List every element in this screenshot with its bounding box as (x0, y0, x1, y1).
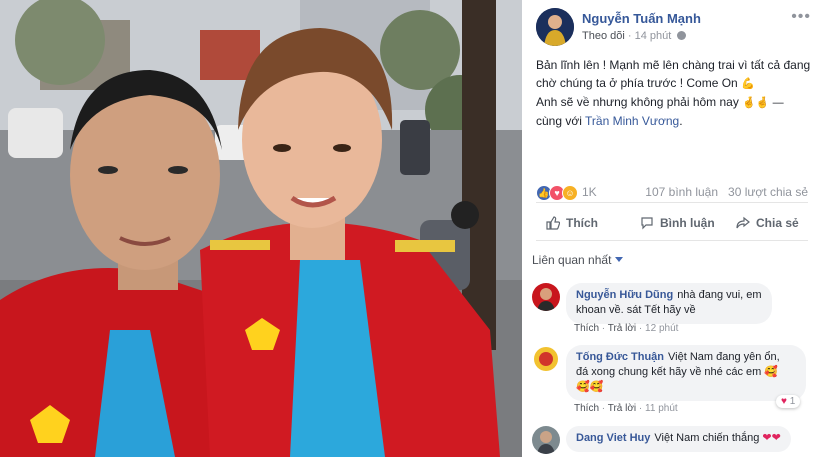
thumbs-up-icon (546, 216, 560, 230)
comment-time[interactable]: 12 phút (645, 323, 678, 334)
comment-reply-link[interactable]: Trả lời (608, 323, 636, 334)
comment-text: khoan về. sát Tết hãy về (576, 304, 696, 316)
comment-text: Việt Nam chiến thắng (654, 432, 760, 444)
commenter-avatar-image (532, 283, 560, 311)
flexed-biceps-emoji-icon: 💪 (741, 78, 755, 90)
comment-count-link[interactable]: 107 bình luận (645, 185, 718, 199)
comment-bubble: Dang Viet Huy Việt Nam chiến thắng ❤❤ (566, 426, 791, 452)
comment-text: nhà đang vui, em (677, 289, 762, 301)
post-header: Nguyễn Tuấn Mạnh Theo dõi · 14 phút ••• (536, 8, 823, 48)
comment-reaction-count: 1 (789, 396, 796, 407)
comment-reply-link[interactable]: Trả lời (608, 403, 636, 414)
post-text-line: Bản lĩnh lên ! Mạnh mẽ lên chàng trai vì… (536, 58, 811, 72)
avatar-image (536, 8, 574, 46)
post-time[interactable]: 14 phút (635, 30, 672, 42)
comment-share-counts: 107 bình luận 30 lượt chia sẻ (645, 185, 808, 199)
like-button[interactable]: Thích (546, 216, 598, 230)
comment-text: Việt Nam đang yên ổn, (668, 351, 780, 363)
post-text-line: Anh sẽ về nhưng không phải hôm nay 🤞🤞 — (536, 93, 808, 112)
post-text-line: cùng với Trần Minh Vương. (536, 114, 683, 128)
share-button[interactable]: Chia sẻ (736, 216, 799, 230)
commenter-name[interactable]: Tống Đức Thuận (576, 351, 664, 363)
commenter-avatar[interactable] (532, 345, 560, 373)
commenter-avatar[interactable] (532, 426, 560, 454)
post-text: Bản lĩnh lên ! Mạnh mẽ lên chàng trai vì… (536, 56, 811, 130)
commenter-avatar-image (532, 345, 560, 373)
commenter-avatar-image (532, 426, 560, 454)
author-name[interactable]: Nguyễn Tuấn Mạnh (582, 11, 701, 26)
haha-reaction-icon: ☺ (562, 184, 578, 201)
meta-separator: · (627, 30, 635, 42)
smiling-hearts-emoji-icon: 🥰🥰 (576, 381, 604, 393)
commenter-name[interactable]: Dang Viet Huy (576, 432, 650, 444)
red-heart-emoji-icon: ❤❤ (762, 432, 781, 444)
post-actions: Thích Bình luận Chia sẻ (536, 210, 808, 241)
follow-link[interactable]: Theo dõi (582, 30, 625, 42)
heart-icon: ♥ (781, 396, 787, 407)
comment-like-link[interactable]: Thích (574, 403, 599, 414)
globe-icon (677, 31, 687, 40)
comment-links: Thích · Trả lời · 11 phút (574, 403, 678, 414)
comment-text: đá xong chung kết hãy về nhé các em (576, 366, 762, 378)
with-label: cùng với (536, 114, 582, 128)
comment-bubble: Nguyễn Hữu Dũng nhà đang vui, em khoan về… (566, 283, 772, 324)
reaction-icons[interactable]: 👍 ♥ ☺ (536, 184, 578, 201)
comment-like-link[interactable]: Thích (574, 323, 599, 334)
reaction-count[interactable]: 1K (582, 185, 597, 199)
share-icon (736, 216, 750, 229)
comment-bubble: Tống Đức Thuận Việt Nam đang yên ổn, đá x… (566, 345, 806, 401)
commenter-name[interactable]: Nguyễn Hữu Dũng (576, 289, 673, 301)
post-text-line: chờ chúng ta ở phía trước ! Come On 💪 (536, 74, 808, 93)
comment-sort-dropdown[interactable]: Liên quan nhất (532, 253, 624, 267)
post-meta: Theo dõi · 14 phút (582, 30, 687, 42)
comment-button[interactable]: Bình luận (640, 216, 715, 230)
selfie-photo (0, 0, 522, 457)
post-text-fragment: chờ chúng ta ở phía trước ! Come On (536, 76, 738, 90)
comment-reaction-badge[interactable]: ♥ 1 (776, 395, 801, 408)
post-text-fragment: Anh sẽ về nhưng không phải hôm nay (536, 95, 739, 109)
smiling-hearts-emoji-icon: 🥰 (764, 366, 779, 378)
author-avatar[interactable] (536, 8, 574, 46)
comment-button-label: Bình luận (660, 216, 715, 230)
like-button-label: Thích (566, 216, 598, 230)
comment-sort-label: Liên quan nhất (532, 253, 612, 267)
commenter-avatar[interactable] (532, 283, 560, 311)
tagged-user-link[interactable]: Trần Minh Vương (585, 114, 679, 128)
comment-time[interactable]: 11 phút (645, 403, 678, 414)
post-options-icon[interactable]: ••• (791, 8, 811, 26)
comment-links: Thích · Trả lời · 12 phút (574, 323, 679, 334)
post-panel: Nguyễn Tuấn Mạnh Theo dõi · 14 phút ••• … (522, 0, 823, 457)
crossed-fingers-emoji-icon: 🤞🤞 — (742, 97, 784, 109)
share-button-label: Chia sẻ (756, 216, 799, 230)
share-count-link[interactable]: 30 lượt chia sẻ (728, 185, 808, 199)
comment-icon (641, 217, 653, 230)
caret-down-icon (615, 257, 624, 262)
post-photo[interactable] (0, 0, 522, 457)
post-stats: 👍 ♥ ☺ 1K 107 bình luận 30 lượt chia sẻ (536, 180, 808, 203)
